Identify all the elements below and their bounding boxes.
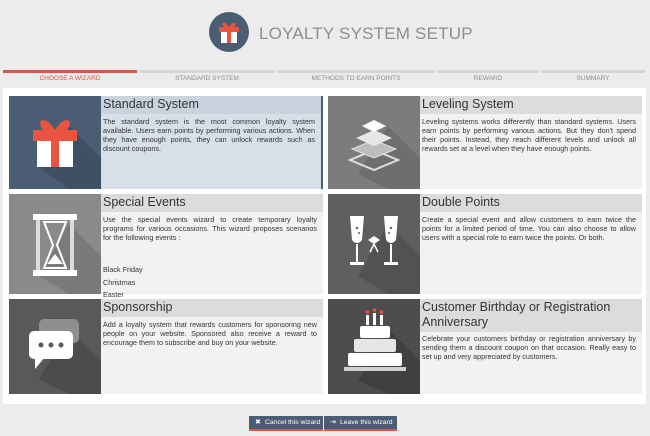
event-list: Black Friday Christmas Easter [103, 264, 143, 302]
step-choose-wizard[interactable]: CHOOSE A WIZARD [3, 70, 137, 84]
card-description: Celebrate your customers birthday or reg… [422, 334, 636, 361]
step-bar [541, 70, 645, 73]
step-methods-to-earn-points[interactable]: METHODS TO EARN POINTS [277, 70, 435, 84]
close-icon: ✖ [255, 419, 261, 426]
step-label: STANDARD SYSTEM [175, 75, 239, 82]
step-reward[interactable]: REWARD [438, 70, 538, 84]
step-bar [3, 70, 137, 73]
birthday-cake-icon [328, 299, 420, 394]
step-bar [277, 70, 435, 73]
event-item: Black Friday [103, 265, 143, 274]
wizard-panel: Standard System The standard system is t… [3, 88, 646, 404]
card-title: Sponsorship [103, 300, 173, 314]
leave-wizard-button[interactable]: ⇥ Leave this wizard [324, 416, 397, 431]
header: LOYALTY SYSTEM SETUP [0, 0, 650, 64]
step-label: METHODS TO EARN POINTS [311, 75, 401, 82]
card-description: Create a special event and allow custome… [422, 215, 636, 242]
wizard-card-customer-birthday[interactable]: Customer Birthday or Registration Annive… [328, 299, 642, 394]
wizard-card-standard-system[interactable]: Standard System The standard system is t… [9, 96, 323, 189]
gift-box-icon [9, 96, 101, 189]
layers-icon [328, 96, 420, 189]
card-title: Double Points [422, 195, 500, 209]
wizard-card-special-events[interactable]: Special Events Use the special events wi… [9, 194, 323, 299]
event-item: Christmas [103, 277, 136, 287]
gift-icon [209, 12, 249, 52]
card-title: Leveling System [422, 97, 514, 111]
step-bar [438, 70, 538, 73]
wizard-card-double-points[interactable]: Double Points Create a special event and… [328, 194, 642, 294]
step-bar [140, 70, 274, 73]
hourglass-icon [9, 194, 101, 294]
wizard-footer: ✖ Cancel this wizard ⇥ Leave this wizard [249, 416, 397, 431]
card-description: The standard system is the most common l… [103, 117, 315, 153]
cancel-wizard-label: Cancel this wizard [265, 419, 321, 426]
wizard-card-sponsorship[interactable]: Sponsorship Add a loyalty system that re… [9, 299, 323, 394]
step-standard-system[interactable]: STANDARD SYSTEM [140, 70, 274, 84]
card-description: Leveling systems works differently than … [422, 117, 636, 153]
leave-wizard-label: Leave this wizard [340, 419, 393, 426]
champagne-glasses-icon [328, 194, 420, 294]
chat-bubbles-icon [9, 299, 101, 394]
step-label: CHOOSE A WIZARD [39, 75, 101, 82]
step-label: REWARD [473, 75, 503, 82]
card-description: Use the special events wizard to create … [103, 215, 317, 242]
card-title: Standard System [103, 97, 199, 111]
cancel-wizard-button[interactable]: ✖ Cancel this wizard [249, 416, 323, 431]
wizard-card-leveling-system[interactable]: Leveling System Leveling systems works d… [328, 96, 642, 189]
sign-out-icon: ⇥ [330, 419, 336, 426]
wizard-steps: CHOOSE A WIZARD STANDARD SYSTEM METHODS … [3, 70, 645, 84]
step-label: SUMMARY [576, 75, 610, 82]
card-description: Add a loyalty system that rewards custom… [103, 320, 317, 347]
card-title: Customer Birthday or Registration Annive… [422, 300, 611, 329]
card-title: Special Events [103, 195, 186, 209]
app-title: LOYALTY SYSTEM SETUP [259, 24, 473, 43]
step-summary[interactable]: SUMMARY [541, 70, 645, 84]
